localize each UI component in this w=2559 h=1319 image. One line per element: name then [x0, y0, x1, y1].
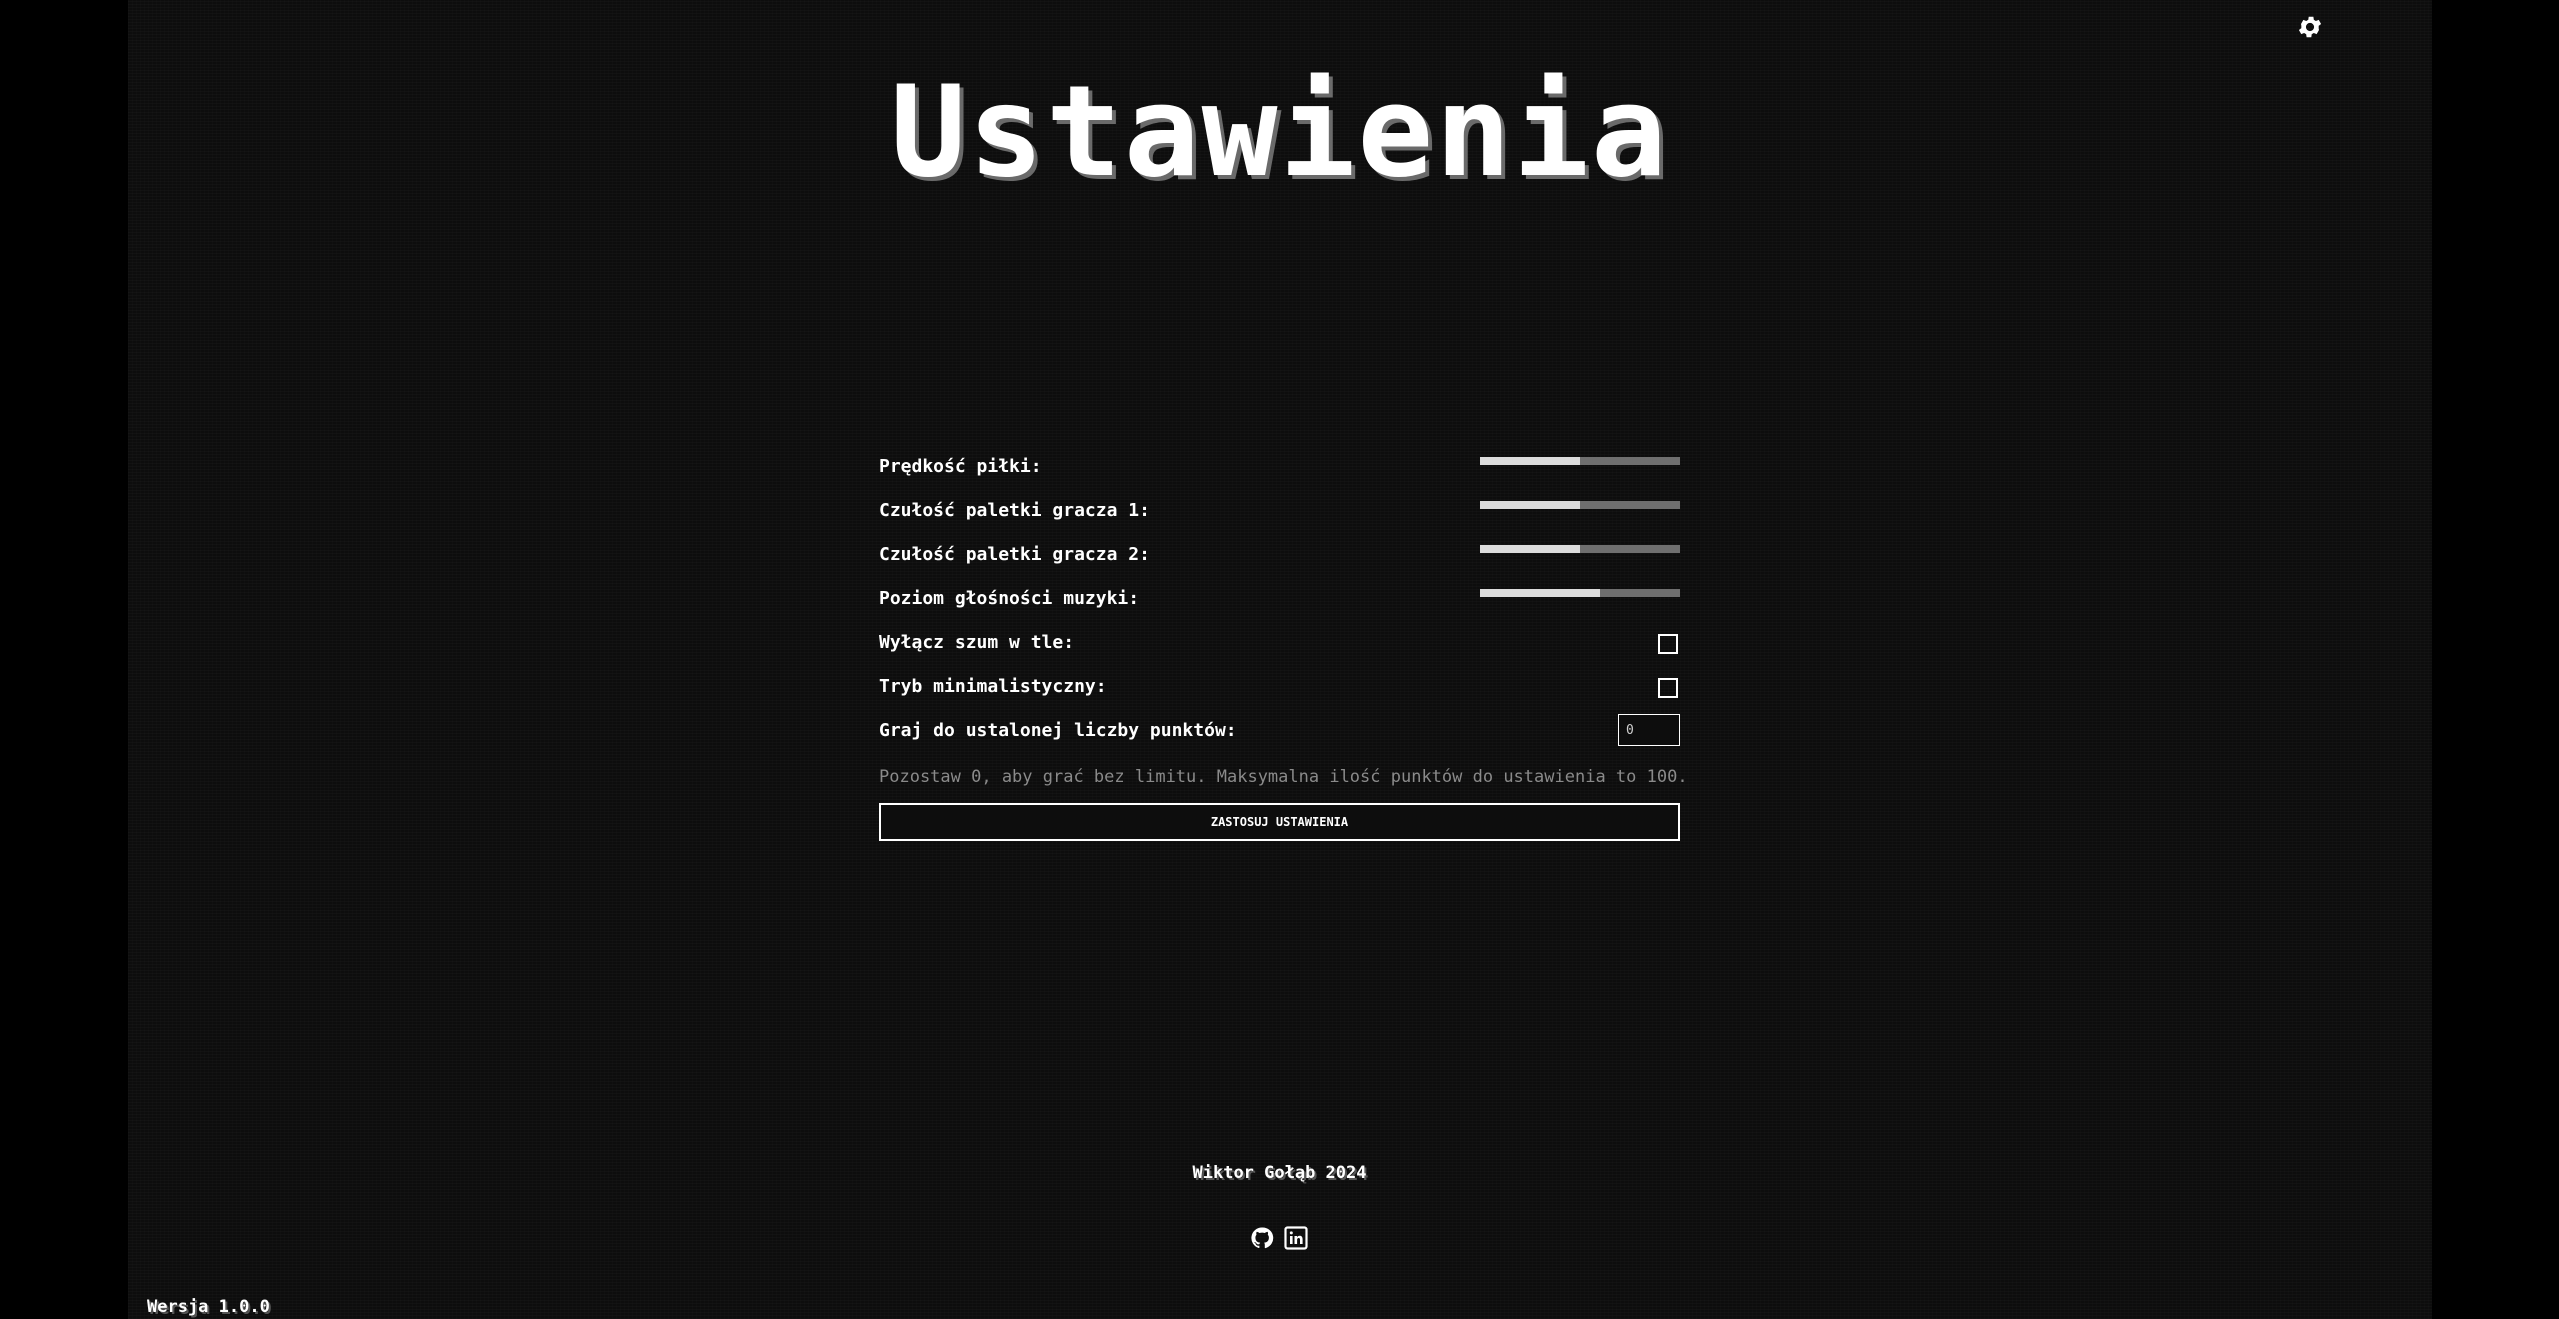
- minimal-mode-checkbox[interactable]: [1658, 678, 1678, 698]
- music-volume-slider-fill: [1480, 589, 1600, 597]
- points-limit-row: Graj do ustalonej liczby punktów:: [879, 711, 1680, 761]
- points-limit-input[interactable]: [1618, 714, 1680, 746]
- minimal-mode-label: Tryb minimalistyczny:: [879, 676, 1107, 697]
- paddle2-sensitivity-label: Czułość paletki gracza 2:: [879, 544, 1150, 565]
- ball-speed-slider-fill: [1480, 457, 1580, 465]
- settings-panel: Prędkość piłki: Czułość paletki gracza 1…: [879, 447, 1688, 841]
- disable-noise-checkbox[interactable]: [1658, 634, 1678, 654]
- paddle1-sensitivity-slider-fill: [1480, 501, 1580, 509]
- page-title: Ustawienia: [890, 58, 1669, 205]
- social-links: [1250, 1226, 1308, 1250]
- ball-speed-row: Prędkość piłki:: [879, 447, 1680, 491]
- author-credit: Wiktor Gołąb 2024: [1192, 1163, 1367, 1183]
- apply-settings-button[interactable]: ZASTOSUJ USTAWIENIA: [879, 803, 1680, 841]
- disable-noise-label: Wyłącz szum w tle:: [879, 632, 1075, 653]
- music-volume-label: Poziom głośności muzyki:: [879, 588, 1140, 609]
- paddle2-sensitivity-slider-fill: [1480, 545, 1580, 553]
- paddle2-sensitivity-row: Czułość paletki gracza 2:: [879, 535, 1680, 579]
- music-volume-slider[interactable]: [1480, 589, 1680, 597]
- points-limit-hint: Pozostaw 0, aby grać bez limitu. Maksyma…: [879, 767, 1688, 787]
- minimal-mode-row: Tryb minimalistyczny:: [879, 667, 1680, 711]
- github-icon[interactable]: [1250, 1226, 1274, 1250]
- ball-speed-label: Prędkość piłki:: [879, 456, 1042, 477]
- paddle1-sensitivity-row: Czułość paletki gracza 1:: [879, 491, 1680, 535]
- music-volume-row: Poziom głośności muzyki:: [879, 579, 1680, 623]
- paddle1-sensitivity-label: Czułość paletki gracza 1:: [879, 500, 1150, 521]
- version-label: Wersja 1.0.0: [147, 1297, 270, 1317]
- linkedin-icon[interactable]: [1284, 1226, 1308, 1250]
- gear-icon[interactable]: [2296, 13, 2324, 41]
- ball-speed-slider[interactable]: [1480, 457, 1680, 465]
- paddle2-sensitivity-slider[interactable]: [1480, 545, 1680, 553]
- points-limit-label: Graj do ustalonej liczby punktów:: [879, 720, 1237, 741]
- paddle1-sensitivity-slider[interactable]: [1480, 501, 1680, 509]
- disable-noise-row: Wyłącz szum w tle:: [879, 623, 1680, 667]
